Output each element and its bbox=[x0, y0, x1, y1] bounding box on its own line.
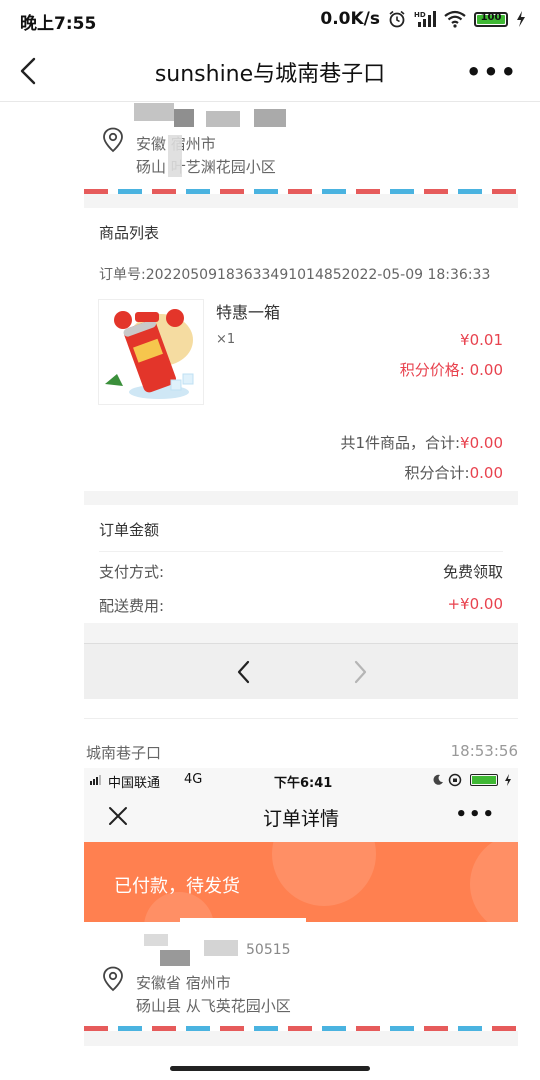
amount-section-title: 订单金额 bbox=[99, 521, 160, 539]
order-status-banner: 已付款，待发货 bbox=[84, 842, 518, 922]
location-pin-icon bbox=[103, 127, 123, 153]
chat-image-viewer: 晚上7:55 0.0K/s HD 100 sunshine与城南巷子口 ••• … bbox=[0, 0, 540, 1080]
signal-icon: HD bbox=[414, 11, 436, 27]
status-right: 0.0K/s HD 100 bbox=[320, 9, 526, 29]
previous-image-button[interactable] bbox=[234, 658, 254, 686]
redacted-phone-2 bbox=[206, 111, 240, 127]
redacted-address bbox=[168, 135, 182, 177]
delivery-fee-label: 配送费用: bbox=[99, 597, 165, 615]
section-gap-3 bbox=[84, 623, 518, 643]
order-screenshot-image[interactable]: 安徽 宿州市 砀山 叶艺渊花园小区 商品列表 订单号:2022050918363… bbox=[84, 103, 518, 699]
redacted-name-2 bbox=[144, 934, 168, 946]
product-can-image bbox=[99, 300, 203, 404]
screenshot-time: 下午6:41 bbox=[274, 776, 333, 791]
screenshot-nav-bar: 订单详情 ••• bbox=[84, 792, 518, 842]
status-time: 晚上7:55 bbox=[20, 14, 97, 34]
section-gap bbox=[84, 1031, 518, 1046]
product-price: ¥0.01 bbox=[460, 331, 503, 349]
moon-icon bbox=[433, 774, 443, 785]
next-image-button[interactable] bbox=[350, 658, 370, 686]
redacted-name bbox=[180, 918, 306, 938]
close-icon bbox=[109, 807, 127, 825]
address-line-1: 安徽省 宿州市 bbox=[136, 974, 231, 992]
sender-name: 城南巷子口 bbox=[86, 744, 162, 762]
svg-text:HD: HD bbox=[414, 11, 426, 19]
battery-icon bbox=[470, 774, 498, 786]
status-bar: 晚上7:55 0.0K/s HD 100 bbox=[0, 0, 540, 38]
redacted-name bbox=[134, 103, 174, 121]
order-number: 订单号:20220509183633491014852022-05-09 18:… bbox=[99, 267, 491, 283]
message-divider bbox=[84, 718, 518, 719]
charging-icon bbox=[517, 11, 525, 27]
screenshot-page-title: 订单详情 bbox=[262, 808, 339, 830]
more-dots-icon: ••• bbox=[455, 804, 496, 825]
product-image[interactable] bbox=[98, 299, 204, 405]
product-name: 特惠一箱 bbox=[216, 303, 281, 322]
message-time: 18:53:56 bbox=[450, 742, 518, 760]
product-quantity: ×1 bbox=[216, 332, 236, 347]
redacted-phone-2 bbox=[204, 940, 238, 956]
payment-method-value: 免费领取 bbox=[442, 563, 503, 581]
section-gap bbox=[84, 194, 518, 208]
image-pager bbox=[84, 643, 518, 699]
amount-divider bbox=[99, 551, 503, 552]
charging-icon bbox=[505, 774, 511, 786]
order-total: 共1件商品，合计:¥0.00 bbox=[340, 434, 503, 452]
address-line-2: 砀山 叶艺渊花园小区 bbox=[136, 158, 276, 176]
network-type: 4G bbox=[184, 772, 203, 787]
carrier-name: 中国联通 bbox=[108, 776, 161, 791]
address-line-2: 砀山县 从飞英花园小区 bbox=[136, 997, 291, 1015]
order-status-text: 已付款，待发货 bbox=[114, 876, 240, 897]
points-total: 积分合计:0.00 bbox=[404, 464, 503, 482]
goods-section-title: 商品列表 bbox=[99, 224, 160, 242]
alarm-icon bbox=[389, 10, 405, 28]
more-options-button[interactable]: ••• bbox=[466, 58, 518, 86]
back-button[interactable] bbox=[14, 54, 44, 88]
battery-icon: 100 bbox=[474, 11, 508, 27]
location-pin-icon bbox=[103, 966, 123, 992]
redacted-phone bbox=[160, 950, 190, 966]
payment-method-label: 支付方式: bbox=[99, 563, 165, 581]
screenshot-status-bar: 中国联通 4G 下午6:41 bbox=[84, 768, 518, 792]
order-detail-screenshot-image[interactable]: 中国联通 4G 下午6:41 订单详情 ••• 已付款，待发货 50515 安徽… bbox=[84, 768, 518, 1046]
redacted-phone bbox=[174, 109, 194, 127]
wifi-icon bbox=[444, 10, 466, 28]
signal-icon bbox=[90, 775, 101, 785]
network-speed: 0.0K/s bbox=[320, 9, 380, 29]
chat-header: sunshine与城南巷子口 ••• bbox=[0, 40, 540, 102]
home-indicator[interactable] bbox=[170, 1066, 370, 1071]
lock-rotation-icon bbox=[448, 773, 462, 787]
chat-title: sunshine与城南巷子口 bbox=[154, 62, 386, 87]
partial-phone-number: 50515 bbox=[246, 942, 291, 958]
points-price: 积分价格: 0.00 bbox=[399, 361, 503, 379]
redacted-phone-3 bbox=[254, 109, 286, 127]
delivery-fee-value: +¥0.00 bbox=[447, 595, 503, 613]
section-gap-2 bbox=[84, 491, 518, 505]
